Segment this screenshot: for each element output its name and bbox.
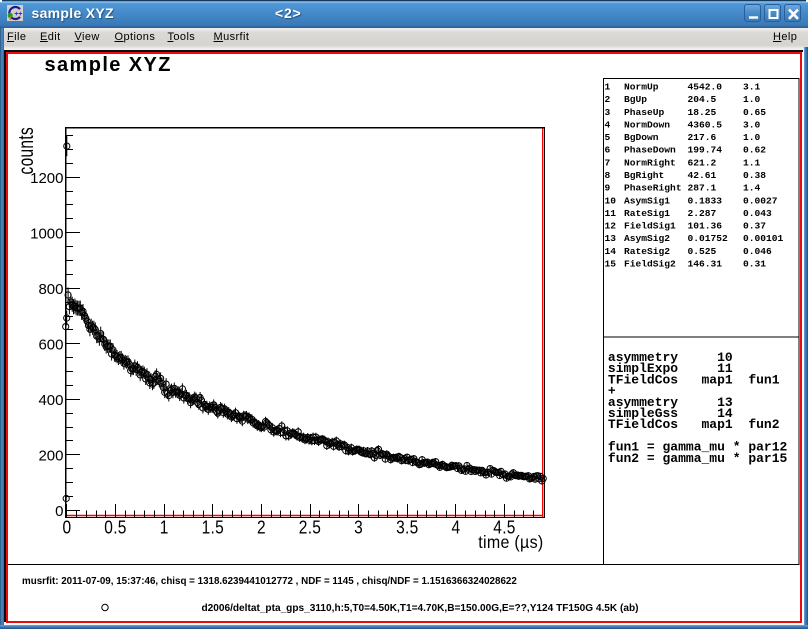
svg-text:1000: 1000	[30, 226, 63, 243]
svg-text:400: 400	[38, 392, 63, 409]
svg-text:fun2 = gamma_mu * par15: fun2 = gamma_mu * par15	[608, 451, 788, 466]
svg-text:time (µs): time (µs)	[478, 532, 543, 552]
svg-text:600: 600	[38, 337, 63, 354]
svg-text:4: 4	[451, 516, 460, 538]
svg-text:11RateSig12.2870.043: 11RateSig12.2870.043	[605, 208, 773, 219]
svg-text:++: ++	[14, 11, 22, 18]
svg-text:TFieldCos map1 fun1: TFieldCos map1 fun1	[608, 372, 780, 387]
svg-text:13AsymSig20.017520.00101: 13AsymSig20.017520.00101	[605, 233, 784, 244]
svg-text:TFieldCos map1 fun2: TFieldCos map1 fun2	[608, 417, 780, 432]
svg-text:800: 800	[38, 281, 63, 298]
svg-text:14RateSig20.5250.046: 14RateSig20.5250.046	[605, 246, 773, 257]
svg-text:3: 3	[354, 516, 363, 538]
svg-text:10AsymSig10.18330.0027: 10AsymSig10.18330.0027	[605, 195, 778, 206]
svg-text:1.5: 1.5	[202, 516, 224, 538]
svg-text:2: 2	[257, 516, 266, 538]
svg-text:2.5: 2.5	[299, 516, 321, 538]
svg-text:3.5: 3.5	[396, 516, 418, 538]
svg-text:200: 200	[38, 448, 63, 465]
svg-text:d2006/deltat_pta_gps_3110,h:5,: d2006/deltat_pta_gps_3110,h:5,T0=4.50K,T…	[201, 603, 638, 614]
svg-text:sample XYZ: sample XYZ	[45, 54, 172, 76]
svg-text:counts: counts	[13, 127, 37, 174]
svg-text:0.5: 0.5	[104, 516, 126, 538]
svg-text:0: 0	[62, 516, 71, 538]
svg-text:musrfit: 2011-07-09, 15:37:46,: musrfit: 2011-07-09, 15:37:46, chisq = 1…	[22, 576, 517, 587]
svg-text:1: 1	[160, 516, 169, 538]
